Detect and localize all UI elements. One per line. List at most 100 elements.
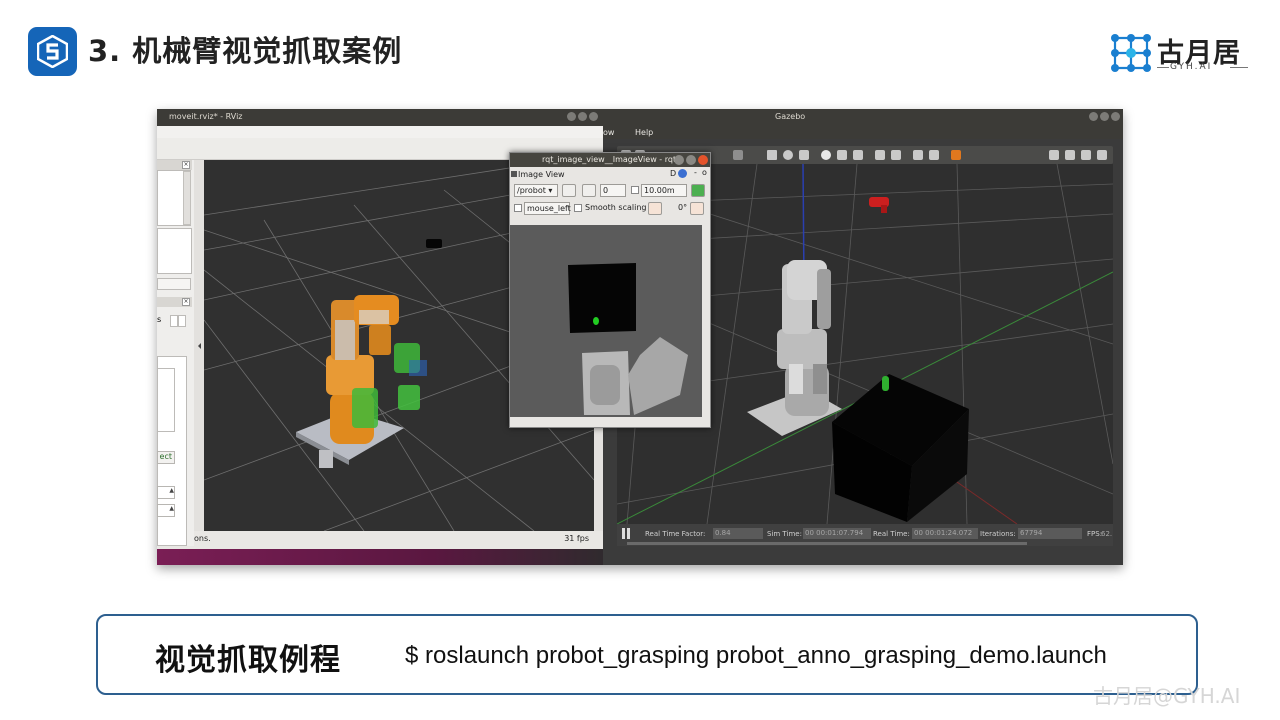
close-icon[interactable]: × xyxy=(182,298,190,306)
close-icon[interactable]: × xyxy=(182,161,190,169)
motion-panel-header: × xyxy=(157,297,192,307)
video-icon[interactable] xyxy=(1097,150,1107,160)
log-icon[interactable] xyxy=(1065,150,1075,160)
menu-window[interactable]: ow xyxy=(603,128,614,137)
pause-icon[interactable] xyxy=(621,528,631,539)
cylinder-shape-icon[interactable] xyxy=(799,150,809,160)
close-button[interactable] xyxy=(698,155,708,165)
maximize-button[interactable] xyxy=(578,112,587,121)
rqt-titlebar[interactable]: rqt_image_view__ImageView - rqt xyxy=(510,153,710,167)
mouse-topic-input[interactable]: mouse_left xyxy=(524,202,571,215)
smooth-scaling-checkbox[interactable] xyxy=(574,204,582,212)
brand-logo: 古月居 GYH.AI xyxy=(1110,33,1260,75)
select-button[interactable]: ect xyxy=(157,451,175,464)
brand-divider xyxy=(1157,67,1169,68)
command-label: 视觉抓取例程 xyxy=(155,643,341,678)
panel-grip-icon xyxy=(511,171,517,177)
sphere-shape-icon[interactable] xyxy=(783,150,793,160)
box-shape-icon[interactable] xyxy=(767,150,777,160)
target-object-marker xyxy=(426,239,442,248)
rviz-titlebar[interactable]: moveit.rviz* - RViz xyxy=(157,109,603,126)
slide-title: 3. 机械臂视觉抓取案例 xyxy=(88,34,403,68)
gazebo-titlebar[interactable]: Gazebo xyxy=(603,109,1123,126)
maximize-button[interactable] xyxy=(686,155,696,165)
brand-network-icon xyxy=(1111,34,1151,72)
fps-value: 62. xyxy=(1101,530,1113,538)
topic-select[interactable]: /probot ▾ xyxy=(514,184,558,197)
spin-box[interactable]: ▲ xyxy=(157,486,175,499)
undo-icon[interactable] xyxy=(733,150,743,160)
spin-box[interactable]: ▲ xyxy=(157,504,175,517)
status-text: ons. xyxy=(194,534,211,543)
rtf-label: Real Time Factor: xyxy=(645,530,706,538)
plot-icon[interactable] xyxy=(1081,150,1091,160)
collapse-arrow-icon[interactable] xyxy=(194,160,204,546)
command-box: 视觉抓取例程 $ roslaunch probot_grasping probo… xyxy=(96,614,1198,695)
align-icon[interactable] xyxy=(913,150,923,160)
image-view-title: Image View xyxy=(518,170,565,179)
color-scheme-icon[interactable] xyxy=(691,184,705,197)
rviz-menubar xyxy=(157,126,603,138)
snap-icon[interactable] xyxy=(929,150,939,160)
gazebo-menubar: ow Help xyxy=(603,126,1123,139)
point-light-icon[interactable] xyxy=(837,150,847,160)
robot-gripper-ghost xyxy=(319,450,333,468)
screenshot-icon[interactable] xyxy=(1049,150,1059,160)
chevron-right-icon[interactable] xyxy=(178,315,186,327)
red-target-marker xyxy=(869,197,889,213)
close-panel-icon[interactable]: o xyxy=(702,168,707,177)
sim-time-label: Sim Time: xyxy=(767,530,802,538)
real-time-label: Real Time: xyxy=(873,530,910,538)
course-logo xyxy=(28,27,77,76)
image-view-controls-row-2: mouse_left Smooth scaling 0° xyxy=(510,200,710,218)
fps-label: FPS: xyxy=(1087,530,1103,538)
minimize-button[interactable] xyxy=(1089,112,1098,121)
real-time-value: 00 00:01:24.072 xyxy=(912,528,978,539)
rotation-value: 0° xyxy=(678,203,688,212)
copy-icon[interactable] xyxy=(875,150,885,160)
dock-label[interactable]: D xyxy=(670,169,676,178)
smooth-scaling-label: Smooth scaling xyxy=(585,203,647,212)
dynamic-range-checkbox[interactable] xyxy=(631,186,639,194)
time-progress-bar xyxy=(627,542,1027,545)
property-box xyxy=(157,228,192,274)
chevron-left-icon[interactable] xyxy=(170,315,178,327)
planning-list[interactable] xyxy=(157,368,175,432)
minimize-button[interactable] xyxy=(567,112,576,121)
green-object xyxy=(882,376,889,391)
publish-click-checkbox[interactable] xyxy=(514,204,522,212)
menu-help[interactable]: Help xyxy=(635,128,653,137)
maximize-button[interactable] xyxy=(1100,112,1109,121)
image-green-object xyxy=(593,317,599,325)
sim-time-value: 00 00:01:07.794 xyxy=(803,528,871,539)
change-view-icon[interactable] xyxy=(951,150,961,160)
rotate-left-icon[interactable] xyxy=(648,202,662,215)
spot-light-icon[interactable] xyxy=(853,150,863,160)
panel-button[interactable] xyxy=(157,278,191,290)
iterations-label: Iterations: xyxy=(980,530,1016,538)
help-icon[interactable] xyxy=(678,169,687,178)
gazebo-status-bar: Real Time Factor: 0.84 Sim Time: 00 00:0… xyxy=(617,524,1113,546)
rotate-right-icon[interactable] xyxy=(690,202,704,215)
rqt-image-view-window: rqt_image_view__ImageView - rqt Image Vi… xyxy=(509,152,711,428)
save-image-icon[interactable] xyxy=(582,184,596,197)
minus-icon[interactable]: - xyxy=(694,168,697,177)
rviz-window-title: moveit.rviz* - RViz xyxy=(169,112,243,121)
camera-image[interactable] xyxy=(510,225,702,417)
max-range-spin[interactable]: 10.00m xyxy=(641,184,687,197)
close-button[interactable] xyxy=(589,112,598,121)
close-button[interactable] xyxy=(1111,112,1120,121)
paste-icon[interactable] xyxy=(891,150,901,160)
image-view-controls-row-1: /probot ▾ 0 10.00m xyxy=(510,182,710,200)
sun-light-icon[interactable] xyxy=(821,150,831,160)
rviz-fps: 31 fps xyxy=(564,534,589,543)
splitter[interactable] xyxy=(194,160,204,546)
refresh-icon[interactable] xyxy=(562,184,576,197)
min-range-spin[interactable]: 0 xyxy=(600,184,626,197)
scrollbar[interactable] xyxy=(183,171,191,225)
desktop-screenshot: moveit.rviz* - RViz × × s ect ▲ ▲ ons. 3… xyxy=(157,109,1123,565)
image-view-header: Image View D - o xyxy=(510,167,710,182)
robot-arm-gazebo xyxy=(777,260,831,416)
brand-divider xyxy=(1230,67,1248,68)
minimize-button[interactable] xyxy=(674,155,684,165)
